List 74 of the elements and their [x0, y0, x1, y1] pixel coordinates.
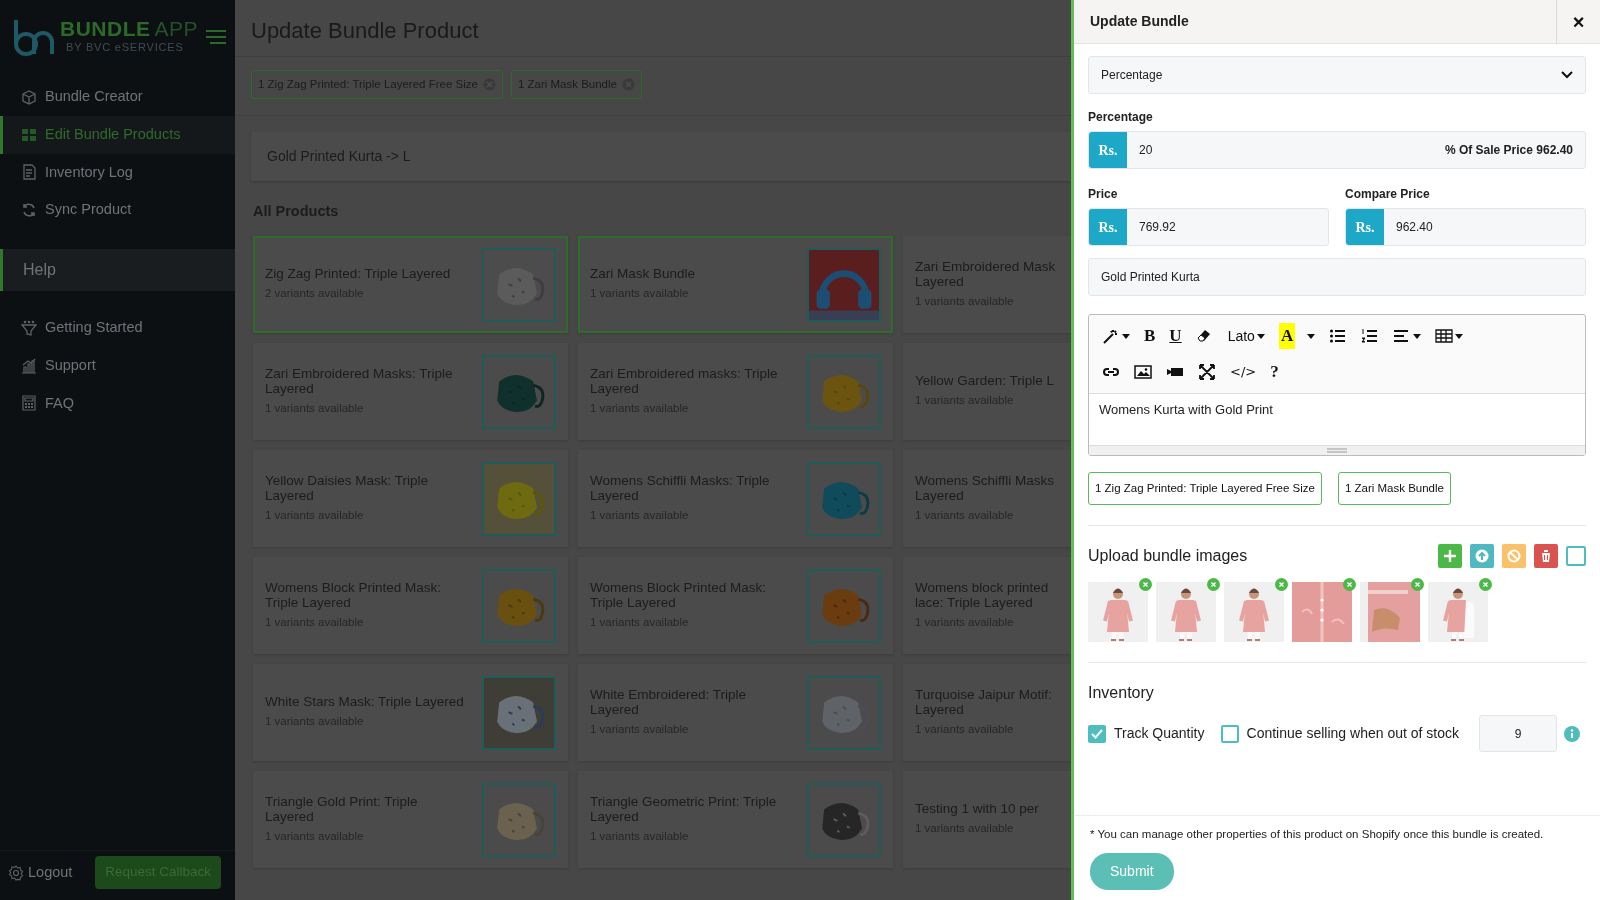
toolbar-button[interactable]: B	[1139, 321, 1161, 351]
upload-button[interactable]	[1470, 544, 1494, 569]
checkbox-label[interactable]: Track Quantity	[1088, 723, 1205, 745]
name-field[interactable]: Gold Printed Kurta	[1088, 258, 1586, 296]
bundle-chip: 1 Zig Zag Printed: Triple Layered Free Size	[1088, 472, 1322, 506]
cancel-button[interactable]	[1502, 544, 1526, 569]
field-label: Price	[1088, 186, 1119, 203]
close-button[interactable]: ×	[1556, 0, 1600, 44]
check-icon	[1091, 728, 1103, 739]
boxes-icon	[21, 88, 37, 105]
price-input[interactable]: Rs. 769.92	[1088, 208, 1329, 246]
numbered-list-icon	[1361, 327, 1380, 345]
sidebar-item[interactable]: Support	[0, 346, 235, 385]
sidebar-item[interactable]: Inventory Log	[0, 153, 235, 192]
ban-icon	[1507, 549, 1521, 564]
calculator-icon	[21, 395, 37, 412]
logout-link[interactable]: Logout	[8, 861, 73, 884]
settings-icon	[8, 864, 24, 881]
add-button[interactable]	[1438, 544, 1462, 569]
fullscreen-icon	[1198, 363, 1216, 381]
remove-icon[interactable]	[1275, 578, 1288, 592]
remove-icon[interactable]	[1479, 578, 1492, 592]
menu-icon[interactable]	[205, 29, 227, 45]
checkbox[interactable]	[1220, 724, 1239, 743]
resize-handle-icon[interactable]	[1327, 448, 1347, 453]
logo-title: APP	[154, 18, 199, 40]
toolbar-button[interactable]: ?	[1265, 357, 1284, 387]
quantity-field[interactable]: 9	[1479, 715, 1557, 753]
bulleted-list-icon	[1329, 327, 1348, 345]
logo-title: BUNDLE	[60, 18, 151, 40]
funnel-icon	[21, 319, 37, 336]
trash-icon	[1539, 549, 1553, 564]
remove-icon[interactable]	[1343, 578, 1356, 592]
sync-icon	[21, 202, 37, 219]
price-input[interactable]: Rs. 962.40	[1345, 208, 1586, 246]
plus-icon	[1443, 549, 1457, 564]
sidebar-item[interactable]: Bundle Creator	[0, 78, 235, 116]
remove-icon[interactable]	[1207, 578, 1220, 592]
price-input[interactable]: Rs. 20 % Of Sale Price 962.40	[1088, 131, 1586, 169]
field-label: Compare Price	[1345, 186, 1431, 203]
toolbar-button[interactable]: </>	[1225, 357, 1262, 387]
select-all-checkbox[interactable]	[1566, 546, 1586, 567]
remove-icon[interactable]	[1411, 578, 1424, 592]
footnote: * You can manage other properties of this product on Shopify once this bundle is created.	[1090, 826, 1545, 842]
sidebar-item[interactable]: Getting Started	[0, 309, 235, 347]
section-title: Inventory	[1088, 683, 1155, 704]
toolbar-button[interactable]: Lato	[1222, 321, 1270, 351]
image-icon	[1134, 363, 1152, 381]
discount-type-select[interactable]: Percentage	[1088, 56, 1586, 94]
editor-content[interactable]: Womens Kurta with Gold Print	[1089, 393, 1585, 445]
chart-icon	[21, 357, 37, 374]
sidebar-item[interactable]: Sync Product	[0, 191, 235, 229]
section-heading: Help	[0, 249, 235, 291]
sidebar-item[interactable]: FAQ	[0, 384, 235, 423]
grid-icon	[21, 126, 37, 143]
toolbar-button[interactable]: U	[1164, 321, 1187, 351]
table-icon	[1435, 327, 1454, 345]
submit-button[interactable]: Submit	[1090, 853, 1174, 890]
checkbox[interactable]	[1088, 724, 1106, 743]
info-icon[interactable]	[1564, 725, 1580, 742]
upload-icon	[1475, 549, 1489, 564]
sidebar-item[interactable]: Edit Bundle Products	[0, 115, 235, 154]
logo-subtitle: BY BVC eSERVICES	[66, 40, 185, 56]
section-title: Upload bundle images	[1088, 546, 1248, 567]
bundle-chip: 1 Zari Mask Bundle	[1337, 472, 1451, 506]
field-label: Percentage	[1088, 109, 1154, 126]
remove-icon[interactable]	[1139, 578, 1152, 592]
drawer-title: Update Bundle	[1089, 12, 1189, 31]
checkbox-label[interactable]: Continue selling when out of stock	[1220, 723, 1459, 745]
toolbar-button[interactable]: A	[1273, 321, 1321, 351]
magic-wand-icon	[1102, 327, 1120, 345]
chevron-down-icon	[1561, 71, 1573, 79]
document-icon	[21, 164, 37, 181]
delete-button[interactable]	[1534, 544, 1558, 569]
